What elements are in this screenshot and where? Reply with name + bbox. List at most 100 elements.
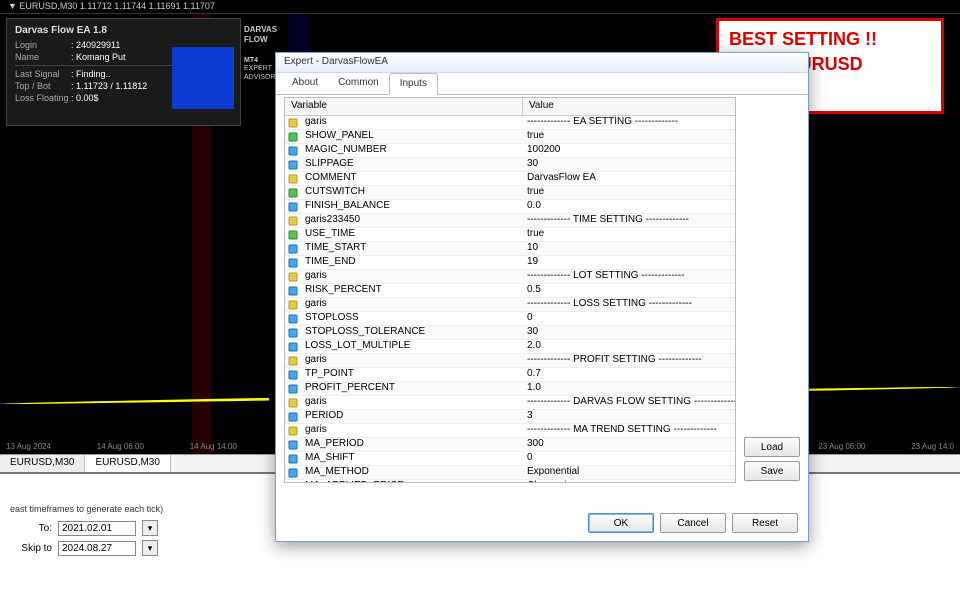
input-row[interactable]: garis ------------- PROFIT SETTING -----… — [285, 354, 735, 368]
input-row[interactable]: TIME_START 10 — [285, 242, 735, 256]
input-row[interactable]: PERIOD 3 — [285, 410, 735, 424]
ea-title: Darvas Flow EA 1.8 — [15, 25, 232, 36]
save-button[interactable]: Save — [744, 461, 800, 481]
input-row[interactable]: MA_APPLIED_PRICE Close price — [285, 480, 735, 482]
input-value[interactable]: ------------- DARVAS FLOW SETTING ------… — [523, 396, 735, 409]
input-value[interactable]: ------------- EA SETTING ------------- — [523, 116, 735, 129]
ea-logo-icon — [172, 47, 234, 109]
input-row[interactable]: STOPLOSS 0 — [285, 312, 735, 326]
input-row[interactable]: SLIPPAGE 30 — [285, 158, 735, 172]
type-icon — [285, 424, 301, 437]
input-row[interactable]: USE_TIME true — [285, 228, 735, 242]
type-icon — [285, 452, 301, 465]
input-value[interactable]: 300 — [523, 438, 735, 451]
input-row[interactable]: garis233450 ------------- TIME SETTING -… — [285, 214, 735, 228]
type-icon — [285, 284, 301, 297]
chart-tab-1[interactable]: EURUSD,M30 — [0, 455, 85, 472]
input-value[interactable]: 100200 — [523, 144, 735, 157]
input-value[interactable]: 1.0 — [523, 382, 735, 395]
input-row[interactable]: PROFIT_PERCENT 1.0 — [285, 382, 735, 396]
col-value[interactable]: Value — [523, 98, 735, 115]
input-value[interactable]: 30 — [523, 326, 735, 339]
type-icon — [285, 186, 301, 199]
input-variable: garis — [301, 298, 523, 311]
dialog-footer: OK Cancel Reset — [588, 513, 798, 533]
to-date-input[interactable] — [58, 521, 136, 536]
input-value[interactable]: 0.7 — [523, 368, 735, 381]
input-row[interactable]: TP_POINT 0.7 — [285, 368, 735, 382]
input-value[interactable]: 3 — [523, 410, 735, 423]
input-value[interactable]: ------------- LOT SETTING ------------- — [523, 270, 735, 283]
type-icon — [285, 382, 301, 395]
input-row[interactable]: MAGIC_NUMBER 100200 — [285, 144, 735, 158]
input-row[interactable]: garis ------------- LOT SETTING --------… — [285, 270, 735, 284]
type-icon — [285, 480, 301, 482]
cancel-button[interactable]: Cancel — [660, 513, 726, 533]
type-icon — [285, 172, 301, 185]
chart-tab-2[interactable]: EURUSD,M30 — [85, 455, 170, 472]
to-date-picker-icon[interactable]: ▾ — [142, 520, 158, 536]
input-row[interactable]: MA_SHIFT 0 — [285, 452, 735, 466]
input-variable: garis — [301, 354, 523, 367]
type-icon — [285, 270, 301, 283]
input-row[interactable]: garis ------------- EA SETTING ---------… — [285, 116, 735, 130]
input-value[interactable]: 0.5 — [523, 284, 735, 297]
input-value[interactable]: Close price — [523, 480, 735, 482]
skip-label: Skip to — [8, 543, 52, 554]
input-variable: STOPLOSS_TOLERANCE — [301, 326, 523, 339]
load-button[interactable]: Load — [744, 437, 800, 457]
input-row[interactable]: SHOW_PANEL true — [285, 130, 735, 144]
input-value[interactable]: ------------- TIME SETTING ------------- — [523, 214, 735, 227]
input-value[interactable]: true — [523, 186, 735, 199]
input-value[interactable]: 30 — [523, 158, 735, 171]
input-row[interactable]: COMMENT DarvasFlow EA — [285, 172, 735, 186]
input-row[interactable]: RISK_PERCENT 0.5 — [285, 284, 735, 298]
input-variable: MAGIC_NUMBER — [301, 144, 523, 157]
expert-dialog: Expert - DarvasFlowEA About Common Input… — [275, 52, 809, 542]
input-row[interactable]: MA_METHOD Exponential — [285, 466, 735, 480]
input-value[interactable]: 0 — [523, 312, 735, 325]
skip-date-input[interactable] — [58, 541, 136, 556]
to-label: To: — [8, 523, 52, 534]
skip-date-picker-icon[interactable]: ▾ — [142, 540, 158, 556]
input-value[interactable]: true — [523, 228, 735, 241]
input-row[interactable]: garis ------------- DARVAS FLOW SETTING … — [285, 396, 735, 410]
grid-body[interactable]: garis ------------- EA SETTING ---------… — [285, 116, 735, 482]
input-row[interactable]: TIME_END 19 — [285, 256, 735, 270]
input-variable: RISK_PERCENT — [301, 284, 523, 297]
input-variable: SHOW_PANEL — [301, 130, 523, 143]
input-row[interactable]: FINISH_BALANCE 0.0 — [285, 200, 735, 214]
input-value[interactable]: ------------- MA TREND SETTING ---------… — [523, 424, 735, 437]
type-icon — [285, 130, 301, 143]
dialog-tabs: About Common Inputs — [276, 73, 808, 95]
type-icon — [285, 326, 301, 339]
type-icon — [285, 144, 301, 157]
reset-button[interactable]: Reset — [732, 513, 798, 533]
input-row[interactable]: STOPLOSS_TOLERANCE 30 — [285, 326, 735, 340]
input-value[interactable]: 19 — [523, 256, 735, 269]
input-row[interactable]: CUTSWITCH true — [285, 186, 735, 200]
input-value[interactable]: ------------- PROFIT SETTING -----------… — [523, 354, 735, 367]
input-row[interactable]: garis ------------- MA TREND SETTING ---… — [285, 424, 735, 438]
col-variable[interactable]: Variable — [285, 98, 523, 115]
tab-inputs[interactable]: Inputs — [389, 73, 438, 95]
type-icon — [285, 298, 301, 311]
input-row[interactable]: MA_PERIOD 300 — [285, 438, 735, 452]
input-value[interactable]: 2.0 — [523, 340, 735, 353]
input-value[interactable]: 10 — [523, 242, 735, 255]
input-variable: TIME_END — [301, 256, 523, 269]
ok-button[interactable]: OK — [588, 513, 654, 533]
input-variable: garis — [301, 396, 523, 409]
input-value[interactable]: ------------- LOSS SETTING ------------- — [523, 298, 735, 311]
input-value[interactable]: true — [523, 130, 735, 143]
tab-about[interactable]: About — [282, 73, 328, 94]
input-value[interactable]: Exponential — [523, 466, 735, 479]
input-value[interactable]: 0 — [523, 452, 735, 465]
input-row[interactable]: LOSS_LOT_MULTIPLE 2.0 — [285, 340, 735, 354]
input-value[interactable]: 0.0 — [523, 200, 735, 213]
type-icon — [285, 214, 301, 227]
input-row[interactable]: garis ------------- LOSS SETTING -------… — [285, 298, 735, 312]
input-value[interactable]: DarvasFlow EA — [523, 172, 735, 185]
input-variable: garis — [301, 270, 523, 283]
tab-common[interactable]: Common — [328, 73, 389, 94]
